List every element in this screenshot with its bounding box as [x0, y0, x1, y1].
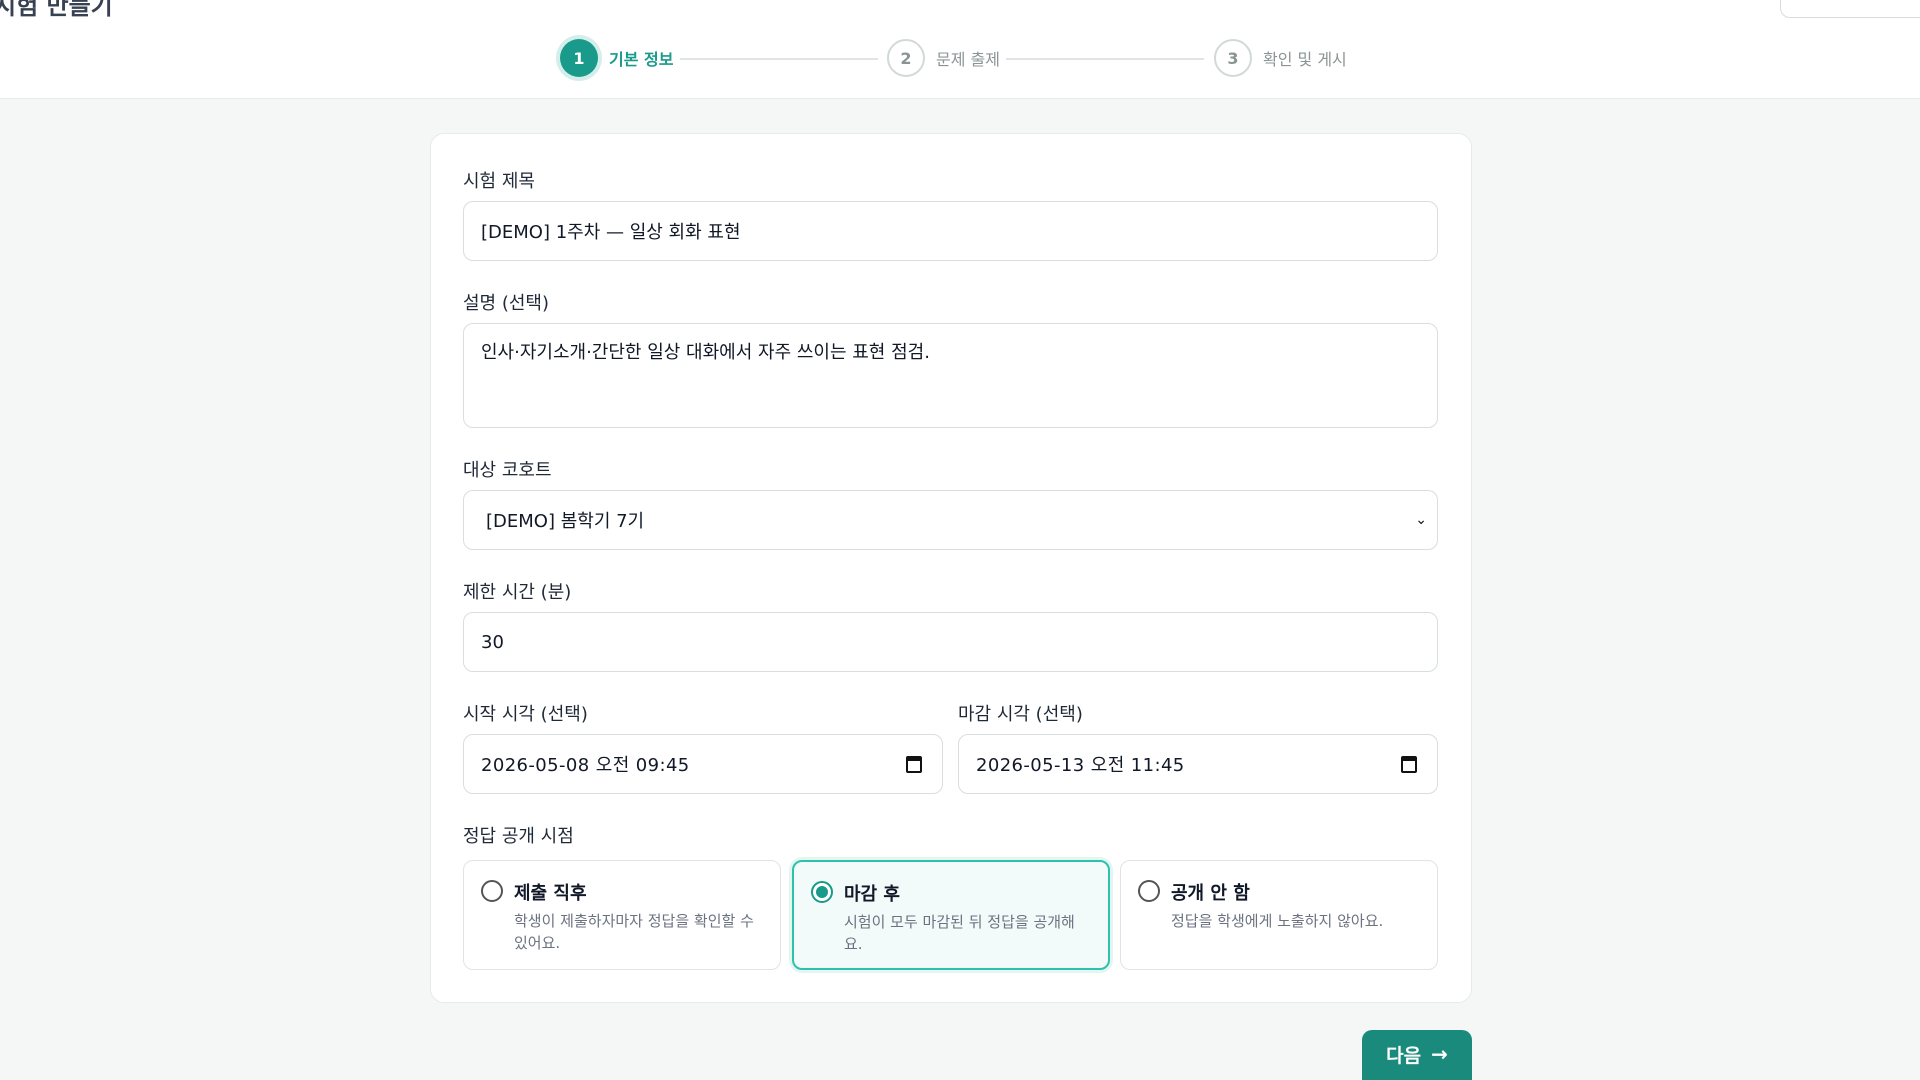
answer-reveal-label: 정답 공개 시점 [463, 826, 574, 847]
start-time-value: 2026-05-08 오전 09:45 [481, 755, 690, 776]
step-3[interactable]: 3 확인 및 게시 [1214, 38, 1347, 78]
option-description: 정답을 학생에게 노출하지 않아요. [1171, 912, 1384, 930]
radio-button[interactable] [481, 880, 503, 902]
title-label: 시험 제목 [463, 171, 535, 192]
step-2[interactable]: 2 문제 출제 [887, 38, 1000, 78]
option-title: 마감 후 [844, 884, 900, 905]
cohort-label: 대상 코호트 [463, 460, 552, 481]
option-description: 시험이 모두 마감된 뒤 정답을 공개해요. [844, 913, 1075, 953]
next-button-label: 다음 [1386, 1044, 1422, 1067]
option-title: 공개 안 함 [1171, 883, 1250, 904]
step-1-number: 1 [560, 39, 598, 77]
start-time-label: 시작 시각 (선택) [463, 704, 588, 725]
calendar-icon[interactable] [906, 755, 922, 773]
step-3-label: 확인 및 게시 [1263, 50, 1347, 69]
time-limit-label: 제한 시간 (분) [463, 582, 572, 603]
step-1-label: 기본 정보 [609, 50, 674, 69]
title-input[interactable]: [DEMO] 1주차 — 일상 회화 표현 [463, 201, 1438, 261]
description-label: 설명 (선택) [463, 293, 550, 314]
page-title: 시험 만들기 [0, 0, 113, 20]
step-2-number: 2 [887, 39, 925, 77]
time-limit-input[interactable]: 30 [463, 612, 1438, 672]
cohort-selected-value: [DEMO] 봄학기 7기 [486, 511, 645, 532]
step-connector-1 [680, 58, 878, 60]
calendar-icon[interactable] [1401, 755, 1417, 773]
step-3-number: 3 [1214, 39, 1252, 77]
reveal-option-hidden[interactable]: 공개 안 함 정답을 학생에게 노출하지 않아요. [1120, 860, 1438, 970]
end-time-label: 마감 시각 (선택) [958, 704, 1083, 725]
end-time-value: 2026-05-13 오전 11:45 [976, 755, 1185, 776]
radio-button-selected[interactable] [811, 881, 833, 903]
description-textarea[interactable]: 인사·자기소개·간단한 일상 대화에서 자주 쓰이는 표현 점검. [463, 323, 1438, 428]
step-connector-2 [1006, 58, 1204, 60]
radio-button[interactable] [1138, 880, 1160, 902]
end-time-input[interactable]: 2026-05-13 오전 11:45 [958, 734, 1438, 794]
option-title: 제출 직후 [514, 883, 587, 904]
top-header: 시험 만들기 1 기본 정보 2 문제 출제 3 확인 및 게시 [0, 0, 1920, 99]
start-time-input[interactable]: 2026-05-08 오전 09:45 [463, 734, 943, 794]
header-action-button[interactable] [1780, 0, 1920, 18]
step-2-label: 문제 출제 [936, 50, 1000, 69]
reveal-option-after-deadline[interactable]: 마감 후 시험이 모두 마감된 뒤 정답을 공개해요. [792, 860, 1110, 970]
cohort-select[interactable]: [DEMO] 봄학기 7기 ⌄ [463, 490, 1438, 550]
next-button[interactable]: 다음 → [1362, 1030, 1472, 1080]
option-description: 학생이 제출하자마자 정답을 확인할 수 있어요. [514, 912, 754, 952]
step-1[interactable]: 1 기본 정보 [560, 38, 673, 78]
chevron-down-icon: ⌄ [1415, 512, 1427, 528]
arrow-right-icon: → [1431, 1042, 1448, 1066]
reveal-option-immediate[interactable]: 제출 직후 학생이 제출하자마자 정답을 확인할 수 있어요. [463, 860, 781, 970]
